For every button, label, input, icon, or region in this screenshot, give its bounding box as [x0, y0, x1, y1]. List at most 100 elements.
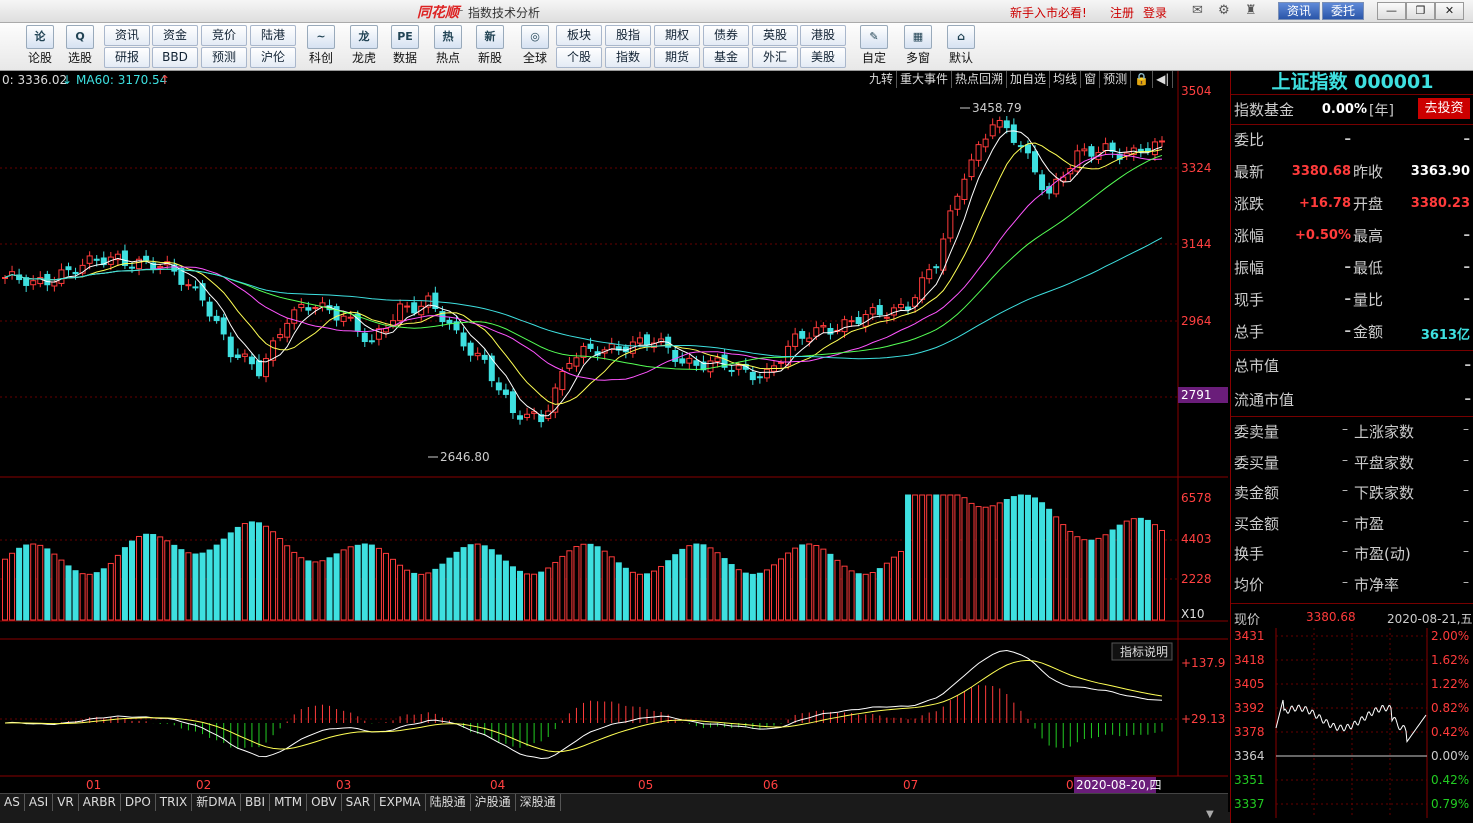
toolbar-2-button[interactable]: ~ 科创 — [303, 23, 339, 66]
quote-value: – — [1344, 324, 1352, 339]
toolbar-tab-bottom[interactable]: 外汇 — [752, 47, 798, 68]
indicator-tab[interactable]: 陆股通 — [426, 794, 471, 811]
indicator-tab[interactable]: ARBR — [79, 794, 121, 811]
toolbar-9-button[interactable]: ▦ 多窗 — [900, 23, 936, 66]
volume-bar — [58, 559, 65, 621]
indicator-tab[interactable]: EXPMA — [375, 794, 426, 811]
quote-value: +0.50% — [1295, 228, 1351, 243]
toolbar-tab-bottom[interactable]: 美股 — [800, 47, 846, 68]
quote-label: 总手 — [1234, 323, 1265, 341]
toolbar-5-button[interactable]: 热热点 — [430, 23, 466, 66]
invest-button[interactable]: 去投资 — [1418, 98, 1470, 119]
quote-label: 涨幅 — [1234, 227, 1265, 245]
volume-bar — [305, 560, 312, 621]
indicator-tab[interactable]: OBV — [307, 794, 342, 811]
minimize-button[interactable]: — — [1377, 2, 1406, 20]
horizontal-scrollbar[interactable]: ▼ — [0, 809, 1230, 823]
indicator-tab[interactable]: MTM — [270, 794, 308, 811]
candle-body — [728, 369, 735, 372]
toolbar-tab-bottom[interactable]: 沪伦 — [250, 47, 296, 68]
candle-body — [968, 159, 975, 178]
toolbar-tab-top[interactable]: 英股 — [752, 25, 798, 46]
toolbar-tab-top[interactable]: 债券 — [703, 25, 749, 46]
candle-body — [799, 331, 806, 339]
candle-body — [284, 322, 291, 338]
volume-bar — [1159, 529, 1165, 621]
toolbar-tab-bottom[interactable]: 个股 — [556, 47, 602, 68]
chart-tab[interactable]: 窗 — [1081, 71, 1101, 88]
intraday-price: 3380.68 — [1306, 610, 1356, 624]
toolbar-tab-top[interactable]: 竞价 — [201, 25, 247, 46]
toolbar-10-button[interactable]: ⌂ 默认 — [943, 23, 979, 66]
settings-icon[interactable]: ⚙ — [1218, 3, 1230, 18]
toolbar-tab-top[interactable]: 资讯 — [104, 25, 150, 46]
restore-button[interactable]: ❐ — [1406, 2, 1435, 20]
volume-bar — [912, 494, 919, 621]
chart-tab[interactable]: 均线 — [1050, 71, 1082, 88]
toolbar-6-button[interactable]: 新新股 — [472, 23, 508, 66]
toolbar-tab-top[interactable]: 股指 — [605, 25, 651, 46]
volume-bar — [446, 557, 453, 621]
weituo-button[interactable]: 委托 — [1322, 2, 1364, 20]
toolbar-8-button[interactable]: ✎ 自定 — [856, 23, 892, 66]
toolbar-tab-top[interactable]: 板块 — [556, 25, 602, 46]
toolbar-tab-top[interactable]: 陆港 — [250, 25, 296, 46]
volume-bar — [940, 494, 947, 621]
indicator-tab[interactable]: SAR — [342, 794, 376, 811]
toolbar-tab-bottom[interactable]: 预测 — [201, 47, 247, 68]
toolbar-3-button[interactable]: 龙龙虎 — [346, 23, 382, 66]
indicator-tab[interactable]: AS — [0, 794, 25, 811]
toolbar-1-button[interactable]: Q 选股 — [62, 23, 98, 66]
indicator-tab[interactable]: ASI — [25, 794, 54, 811]
indicator-tab[interactable]: DPO — [121, 794, 156, 811]
candle-body — [65, 266, 72, 271]
volume-bar — [728, 564, 735, 621]
toolbar-tab-bottom[interactable]: BBD — [152, 47, 198, 68]
register-link[interactable]: 注册 — [1110, 4, 1134, 21]
chart-tab[interactable]: 预测 — [1100, 71, 1132, 88]
newbie-link[interactable]: 新手入市必看! — [1010, 4, 1087, 21]
indicator-tab[interactable]: 新DMA — [192, 794, 242, 811]
candle-body — [157, 265, 164, 269]
toolbar-tab-top[interactable]: 期权 — [654, 25, 700, 46]
toolbar-4-button[interactable]: PE 数据 — [387, 23, 423, 66]
chart-tab[interactable]: 加自选 — [1007, 71, 1051, 88]
shirt-icon[interactable]: ♜ — [1245, 3, 1257, 18]
toolbar-tab-top[interactable]: 资金 — [152, 25, 198, 46]
chart-tab[interactable]: 九转 — [866, 71, 898, 88]
close-button[interactable]: ✕ — [1435, 2, 1464, 20]
indicator-tab[interactable]: VR — [53, 794, 79, 811]
volume-bar — [1060, 524, 1067, 621]
candle-body — [248, 356, 255, 365]
chart-tab[interactable]: 热点回溯 — [952, 71, 1008, 88]
kline-chart[interactable]: 0: 3336.02 ↓ MA60: 3170.54 ↑ 3504 3324 3… — [0, 71, 1230, 823]
volume-bar — [439, 563, 446, 621]
login-link[interactable]: 登录 — [1143, 4, 1167, 21]
quote-value: – — [1344, 260, 1352, 275]
stats-label: 上涨家数 — [1354, 423, 1415, 441]
zixun-button[interactable]: 资讯 — [1278, 2, 1320, 20]
month-label: 01 — [86, 778, 101, 792]
toolbar-tab-bottom[interactable]: 基金 — [703, 47, 749, 68]
volume-bar — [756, 572, 763, 621]
toolbar-7-button[interactable]: ◎ 全球 — [517, 23, 553, 66]
toolbar-tab-bottom[interactable]: 期货 — [654, 47, 700, 68]
toolbar-tab-bottom[interactable]: 指数 — [605, 47, 651, 68]
candle-body — [291, 309, 298, 324]
toolbar-tab-top[interactable]: 港股 — [800, 25, 846, 46]
toolbar-0-button[interactable]: 论论股 — [22, 23, 58, 66]
indicator-tab[interactable]: BBI — [241, 794, 271, 811]
scroll-down-icon[interactable]: ▼ — [1206, 809, 1214, 820]
chart-tab[interactable]: ◀| — [1153, 71, 1174, 88]
indicator-tab[interactable]: 深股通 — [516, 794, 561, 811]
volume-bar — [418, 573, 425, 621]
indicator-tab[interactable]: 沪股通 — [471, 794, 516, 811]
volume-bar — [312, 561, 319, 621]
chart-tab[interactable]: 🔒 — [1131, 71, 1154, 88]
intraday-chart[interactable]: 3431 2.00% 3418 1.62% 3405 1.22% 3392 0.82% 3378… — [1231, 628, 1473, 818]
toolbar-tab-bottom[interactable]: 研报 — [104, 47, 150, 68]
volume-bar — [481, 545, 488, 621]
chart-tab[interactable]: 重大事件 — [897, 71, 953, 88]
mail-icon[interactable]: ✉ — [1192, 3, 1203, 18]
indicator-tab[interactable]: TRIX — [156, 794, 193, 811]
